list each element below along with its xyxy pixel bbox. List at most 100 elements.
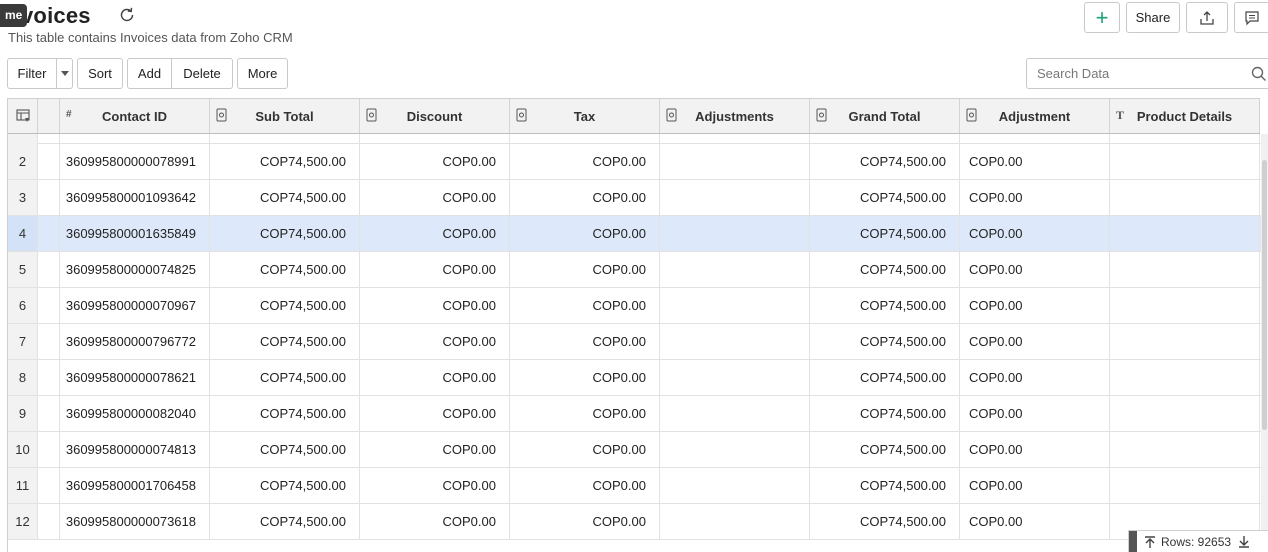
sub-total-cell[interactable]: COP74,500.00 bbox=[210, 504, 360, 539]
adjustment-cell[interactable]: COP0.00 bbox=[960, 396, 1110, 431]
contact-id-cell[interactable]: 360995800001093642 bbox=[60, 180, 210, 215]
adjustment-cell[interactable]: COP0.00 bbox=[960, 468, 1110, 503]
scrollbar-thumb[interactable] bbox=[1262, 160, 1267, 430]
comments-button[interactable] bbox=[1234, 2, 1268, 33]
discount-cell[interactable]: COP0.00 bbox=[360, 288, 510, 323]
adjustments-cell[interactable] bbox=[660, 288, 810, 323]
table-cell[interactable] bbox=[38, 324, 60, 359]
adjustments-cell[interactable] bbox=[660, 180, 810, 215]
contact-id-cell[interactable]: 360995800000796772 bbox=[60, 324, 210, 359]
table-row[interactable]: 12 360995800000073618 COP74,500.00 COP0.00 C… bbox=[8, 504, 1261, 540]
contact-id-cell[interactable]: 360995800000082040 bbox=[60, 396, 210, 431]
tax-cell[interactable]: COP0.00 bbox=[510, 144, 660, 179]
contact-id-cell[interactable]: 360995800000073618 bbox=[60, 504, 210, 539]
adjustments-cell[interactable] bbox=[660, 468, 810, 503]
tax-cell[interactable]: COP0.00 bbox=[510, 504, 660, 539]
discount-cell[interactable]: COP0.00 bbox=[360, 324, 510, 359]
discount-cell[interactable]: COP0.00 bbox=[360, 432, 510, 467]
grand-total-cell[interactable]: COP74,500.00 bbox=[810, 432, 960, 467]
sub-total-cell[interactable]: COP74,500.00 bbox=[210, 288, 360, 323]
contact-id-cell[interactable]: 360995800000078621 bbox=[60, 360, 210, 395]
adjustments-cell[interactable] bbox=[660, 504, 810, 539]
sub-total-cell[interactable]: COP74,500.00 bbox=[210, 324, 360, 359]
adjustment-cell[interactable]: COP0.00 bbox=[960, 252, 1110, 287]
grand-total-cell[interactable]: COP74,500.00 bbox=[810, 252, 960, 287]
table-cell[interactable] bbox=[38, 216, 60, 251]
column-header-grand-total[interactable]: Grand Total bbox=[810, 99, 960, 133]
table-row[interactable]: 11 360995800001706458 COP74,500.00 COP0.00 C… bbox=[8, 468, 1261, 504]
grand-total-cell[interactable]: COP74,500.00 bbox=[810, 468, 960, 503]
tax-cell[interactable]: COP0.00 bbox=[510, 468, 660, 503]
tax-cell[interactable]: COP0.00 bbox=[510, 360, 660, 395]
contact-id-cell[interactable]: 360995800000074813 bbox=[60, 432, 210, 467]
sub-total-cell[interactable]: COP74,500.00 bbox=[210, 432, 360, 467]
row-number-cell[interactable]: 3 bbox=[8, 180, 38, 215]
add-record-button[interactable]: + bbox=[1084, 2, 1120, 33]
grand-total-cell[interactable]: COP74,500.00 bbox=[810, 216, 960, 251]
adjustment-cell[interactable]: COP0.00 bbox=[960, 216, 1110, 251]
table-row[interactable]: 7 360995800000796772 COP74,500.00 COP0.00 CO… bbox=[8, 324, 1261, 360]
scroll-to-top-icon[interactable] bbox=[1143, 535, 1157, 549]
adjustments-cell[interactable] bbox=[660, 396, 810, 431]
sub-total-cell[interactable]: COP74,500.00 bbox=[210, 468, 360, 503]
product-details-cell[interactable] bbox=[1110, 288, 1260, 323]
row-number-cell[interactable]: 11 bbox=[8, 468, 38, 503]
product-details-cell[interactable] bbox=[1110, 252, 1260, 287]
table-cell[interactable] bbox=[38, 252, 60, 287]
grand-total-cell[interactable]: COP74,500.00 bbox=[810, 396, 960, 431]
product-details-cell[interactable] bbox=[1110, 396, 1260, 431]
product-details-cell[interactable] bbox=[1110, 468, 1260, 503]
grand-total-cell[interactable]: COP74,500.00 bbox=[810, 180, 960, 215]
table-cell[interactable] bbox=[38, 144, 60, 179]
more-button[interactable]: More bbox=[237, 58, 288, 89]
sub-total-cell[interactable]: COP74,500.00 bbox=[210, 396, 360, 431]
adjustments-cell[interactable] bbox=[660, 432, 810, 467]
grand-total-cell[interactable]: COP74,500.00 bbox=[810, 324, 960, 359]
adjustment-cell[interactable]: COP0.00 bbox=[960, 180, 1110, 215]
tax-cell[interactable]: COP0.00 bbox=[510, 396, 660, 431]
adjustments-cell[interactable] bbox=[660, 324, 810, 359]
table-cell[interactable] bbox=[38, 180, 60, 215]
product-details-cell[interactable] bbox=[1110, 360, 1260, 395]
table-row[interactable]: 5 360995800000074825 COP74,500.00 COP0.00 CO… bbox=[8, 252, 1261, 288]
discount-cell[interactable]: COP0.00 bbox=[360, 504, 510, 539]
export-button[interactable] bbox=[1186, 2, 1228, 33]
table-cell[interactable] bbox=[38, 288, 60, 323]
contact-id-cell[interactable]: 360995800001706458 bbox=[60, 468, 210, 503]
adjustment-cell[interactable]: COP0.00 bbox=[960, 288, 1110, 323]
row-number-cell[interactable]: 5 bbox=[8, 252, 38, 287]
adjustment-cell[interactable]: COP0.00 bbox=[960, 504, 1110, 539]
filter-dropdown-button[interactable] bbox=[57, 58, 73, 89]
footer-collapse-handle[interactable] bbox=[1129, 531, 1137, 552]
adjustments-cell[interactable] bbox=[660, 144, 810, 179]
discount-cell[interactable]: COP0.00 bbox=[360, 180, 510, 215]
adjustment-cell[interactable]: COP0.00 bbox=[960, 432, 1110, 467]
discount-cell[interactable]: COP0.00 bbox=[360, 216, 510, 251]
row-number-cell[interactable]: 12 bbox=[8, 504, 38, 539]
tax-cell[interactable]: COP0.00 bbox=[510, 432, 660, 467]
table-row[interactable]: 10 360995800000074813 COP74,500.00 COP0.00 C… bbox=[8, 432, 1261, 468]
row-number-cell[interactable]: 10 bbox=[8, 432, 38, 467]
tax-cell[interactable]: COP0.00 bbox=[510, 216, 660, 251]
sub-total-cell[interactable]: COP74,500.00 bbox=[210, 360, 360, 395]
discount-cell[interactable]: COP0.00 bbox=[360, 252, 510, 287]
sub-total-cell[interactable]: COP74,500.00 bbox=[210, 180, 360, 215]
tax-cell[interactable]: COP0.00 bbox=[510, 324, 660, 359]
row-number-cell[interactable]: 7 bbox=[8, 324, 38, 359]
table-cell[interactable] bbox=[38, 396, 60, 431]
table-cell[interactable] bbox=[38, 432, 60, 467]
filter-button[interactable]: Filter bbox=[7, 58, 57, 89]
tax-cell[interactable]: COP0.00 bbox=[510, 180, 660, 215]
table-row[interactable]: 3 360995800001093642 COP74,500.00 COP0.00 CO… bbox=[8, 180, 1261, 216]
row-number-cell[interactable]: 9 bbox=[8, 396, 38, 431]
discount-cell[interactable]: COP0.00 bbox=[360, 468, 510, 503]
table-row[interactable]: 4 360995800001635849 COP74,500.00 COP0.00 CO… bbox=[8, 216, 1261, 252]
column-header-tax[interactable]: Tax bbox=[510, 99, 660, 133]
discount-cell[interactable]: COP0.00 bbox=[360, 396, 510, 431]
grand-total-cell[interactable]: COP74,500.00 bbox=[810, 360, 960, 395]
contact-id-cell[interactable]: 360995800000070967 bbox=[60, 288, 210, 323]
column-header-contact-id[interactable]: # Contact ID bbox=[60, 99, 210, 133]
adjustment-cell[interactable]: COP0.00 bbox=[960, 144, 1110, 179]
contact-id-cell[interactable]: 360995800000078991 bbox=[60, 144, 210, 179]
tax-cell[interactable]: COP0.00 bbox=[510, 252, 660, 287]
